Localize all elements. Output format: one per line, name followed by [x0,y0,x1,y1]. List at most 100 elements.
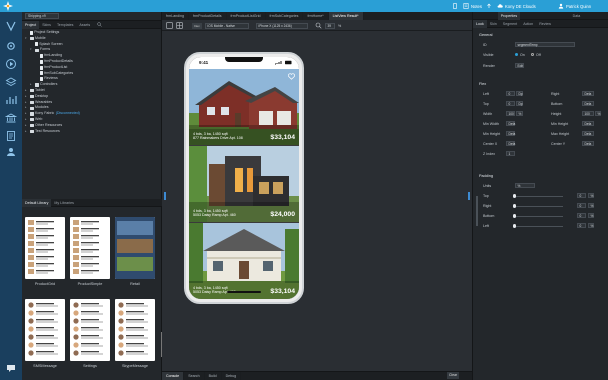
subtab-look[interactable]: Look [473,19,487,28]
flex-prop-unit[interactable]: % [516,111,523,116]
canvas-handle-right[interactable] [468,192,470,200]
device-frame-icon[interactable] [166,22,173,29]
tab-assets[interactable]: Assets [76,21,93,29]
user-button[interactable]: Patrick Quinn [558,2,591,10]
library-item[interactable]: Retail [115,217,155,293]
layers-icon[interactable] [5,76,17,88]
padding-slider[interactable] [513,216,563,217]
slider-knob[interactable] [513,194,517,198]
tab-search[interactable]: Search [184,371,205,380]
radio-on[interactable] [515,52,519,57]
chevron-down-icon[interactable]: ▾ [25,36,28,42]
padding-slider[interactable] [513,226,563,227]
gear-icon[interactable] [5,40,17,52]
canvas-handle-left[interactable] [164,192,166,200]
publish-button[interactable] [486,2,492,10]
padding-unit[interactable]: % [588,223,594,228]
tab-console[interactable]: Console [162,371,185,380]
chevron-down-icon[interactable]: ▾ [30,47,33,53]
id-field[interactable]: segmentTemp [515,42,575,47]
clear-button[interactable]: Clear [447,372,460,379]
chevron-right-icon[interactable]: ▸ [30,82,33,88]
slider-knob[interactable] [513,204,517,208]
tab-document[interactable]: frmProductDetails [189,12,227,20]
slider-knob[interactable] [513,214,517,218]
tab-project[interactable]: Project [22,20,40,29]
tab-document[interactable]: frmProductListGrid [227,12,266,20]
mode-toggle[interactable]: Dev [192,22,202,29]
search-icon[interactable] [97,21,102,28]
device-preview-icon[interactable] [452,2,458,10]
flex-prop-value[interactable]: Defa [582,91,594,96]
tab-document[interactable]: ListView Result* [328,12,364,20]
padding-unit[interactable]: % [588,203,594,208]
library-item[interactable]: SkypeMessage [115,299,155,375]
tab-templates[interactable]: Templates [54,21,76,29]
flex-prop-value[interactable]: Defa [582,101,594,106]
flex-prop-value[interactable]: 1 [506,151,515,156]
heart-icon[interactable] [288,73,295,80]
device-mode-select[interactable]: iOS Mobile - Native [205,22,249,29]
chat-icon[interactable] [5,362,17,374]
document-icon[interactable] [5,130,17,142]
library-item[interactable]: Settings [70,299,110,375]
tab-skins[interactable]: Skins [39,21,54,29]
flex-prop-value[interactable]: 0 [506,101,515,106]
padding-unit[interactable]: % [588,213,594,218]
listing-card[interactable]: 4 bds, 3 ba, 1450 sqft 877 Rainmakers Dr… [189,69,299,145]
tab-document[interactable]: frmHome* [303,12,329,20]
flex-prop-unit[interactable]: % [595,111,601,116]
flex-prop-value[interactable]: Defa [506,121,515,126]
chevron-right-icon[interactable]: ▸ [25,129,28,135]
tab-document[interactable]: frmLanding [162,12,189,20]
zoom-icon[interactable] [315,22,322,29]
subtab-segment[interactable]: Segment [500,20,520,28]
flex-prop-value[interactable]: 0 [506,91,515,96]
padding-value[interactable]: 0 [577,223,586,228]
project-selector[interactable]: Shipping.v9 [25,13,59,19]
listing-card[interactable]: 4 bds, 3 ba, 1450 sqft 5053 Daisy Ramp A… [189,146,299,222]
subtab-review[interactable]: Review [536,20,554,28]
tab-build[interactable]: Build [205,371,222,380]
chart-icon[interactable] [5,94,17,106]
flex-prop-value[interactable]: 100 [506,111,515,116]
tab-library-0[interactable]: Default Library [22,198,52,207]
bank-icon[interactable] [5,112,17,124]
tab-properties[interactable]: Properties [497,11,521,20]
library-item[interactable]: SMSMessage [25,299,65,375]
zoom-input[interactable]: 39 [325,22,335,29]
padding-value[interactable]: 0 [577,213,586,218]
users-icon[interactable] [5,146,17,158]
library-item[interactable]: ProductSimple [70,217,110,293]
radio-off[interactable] [531,52,535,57]
render-button[interactable]: Edit [515,63,524,68]
flex-prop-value[interactable]: 100 [582,111,594,116]
notes-button[interactable]: Notes [463,2,482,10]
tab-library-1[interactable]: My Libraries [51,199,77,207]
listing-card[interactable]: 4 bds, 3 ba, 1450 sqft 5053 Daisy Ramp A… [189,223,299,299]
padding-value[interactable]: 0 [577,193,586,198]
subtab-skin[interactable]: Skin [487,20,500,28]
flex-prop-unit[interactable]: Dp [516,91,523,96]
padding-value[interactable]: 0 [577,203,586,208]
library-item[interactable]: ProductGrid [25,217,65,293]
subtab-action[interactable]: Action [520,20,536,28]
grid-icon[interactable] [176,22,183,29]
device-select[interactable]: iPhone X (1125 x 2436) [256,22,308,29]
padding-slider[interactable] [513,196,563,197]
slider-knob[interactable] [513,224,517,228]
link-icon[interactable] [476,196,478,226]
tab-debug[interactable]: Debug [222,371,242,380]
flex-prop-value[interactable]: Defa [506,131,515,136]
padding-unit[interactable]: % [588,193,594,198]
flex-prop-unit[interactable]: Dp [516,101,523,106]
flex-prop-value[interactable]: Defa [582,121,594,126]
tab-data[interactable]: Data [570,12,584,20]
flex-prop-value[interactable]: Defa [582,131,594,136]
visualizer-icon[interactable] [5,20,17,32]
tab-document[interactable]: frmSubCategories [266,12,304,20]
units-select[interactable]: % [515,183,535,188]
padding-slider[interactable] [513,206,563,207]
flex-prop-value[interactable]: Defa [506,141,515,146]
tree-item[interactable]: ▸ Test Resources [25,129,161,135]
